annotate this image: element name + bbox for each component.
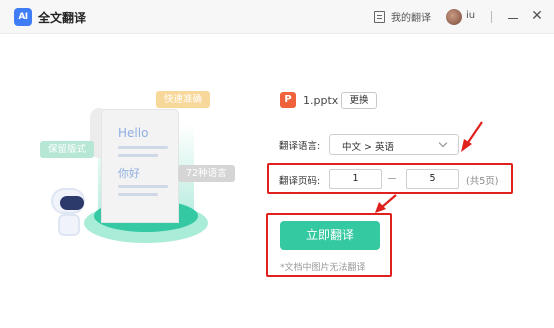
my-translations-label: 我的翻译 bbox=[391, 13, 431, 24]
tag-72-languages: 72种语言 bbox=[178, 165, 235, 182]
minimize-button[interactable] bbox=[506, 8, 520, 26]
language-select[interactable]: 中文 > 英语 bbox=[329, 134, 459, 155]
avatar[interactable] bbox=[446, 9, 462, 25]
paper-line bbox=[118, 146, 168, 149]
tag-keep-format: 保留版式 bbox=[40, 141, 95, 158]
paper-line bbox=[118, 193, 158, 196]
paper-nihao-text: 你好 bbox=[118, 167, 140, 180]
translate-now-button[interactable]: 立即翻译 bbox=[280, 221, 380, 250]
robot-body bbox=[58, 214, 80, 236]
close-icon: ✕ bbox=[531, 8, 543, 24]
paper-hello-text: Hello bbox=[118, 126, 149, 140]
app-logo-icon: AI bbox=[14, 8, 32, 26]
end-page-input[interactable]: 5 bbox=[406, 169, 459, 189]
language-select-value: 中文 > 英语 bbox=[342, 142, 394, 153]
image-note: *文档中图片无法翻译 bbox=[280, 263, 366, 273]
titlebar-divider bbox=[491, 11, 492, 23]
robot-mascot-icon bbox=[49, 188, 89, 238]
paper-line bbox=[118, 154, 158, 157]
pptx-file-icon: P bbox=[280, 92, 296, 108]
chevron-down-icon bbox=[438, 138, 448, 148]
robot-head bbox=[51, 188, 85, 214]
tag-fast-accurate: 快速准确 bbox=[156, 91, 211, 108]
feature-illustration: Hello 你好 快速准确 保留版式 72种语言 bbox=[40, 88, 240, 268]
file-name: 1.pptx bbox=[303, 94, 339, 107]
robot-face bbox=[60, 196, 84, 210]
my-translations-button[interactable]: 我的翻译 bbox=[374, 9, 431, 24]
document-icon bbox=[374, 10, 385, 23]
app-title: 全文翻译 bbox=[38, 11, 87, 25]
arrow-to-pages-icon bbox=[461, 121, 483, 152]
change-file-button[interactable]: 更换 bbox=[341, 92, 377, 109]
start-page-input[interactable]: 1 bbox=[329, 169, 382, 189]
page-range-label: 翻译页码: bbox=[279, 176, 321, 187]
paper-line bbox=[118, 185, 168, 188]
title-bar: AI 全文翻译 我的翻译 iu ✕ bbox=[0, 0, 554, 34]
user-name[interactable]: iu bbox=[466, 10, 475, 21]
close-button[interactable]: ✕ bbox=[530, 7, 544, 25]
range-dash bbox=[388, 178, 396, 179]
arrow-to-button-icon bbox=[375, 194, 397, 213]
total-pages: (共5页) bbox=[466, 176, 499, 187]
language-label: 翻译语言: bbox=[279, 141, 321, 152]
